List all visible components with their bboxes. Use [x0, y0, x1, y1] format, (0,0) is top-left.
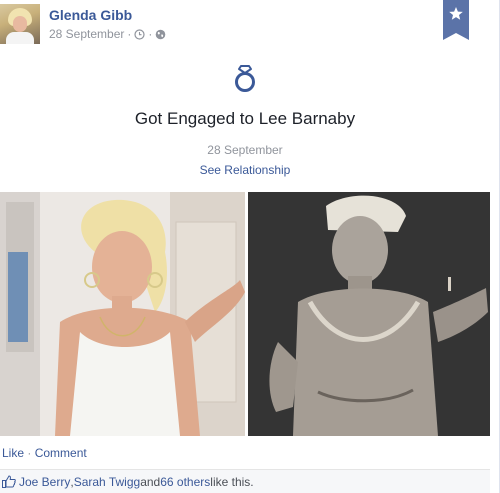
actions-separator: · [24, 446, 35, 460]
life-event: Got Engaged to Lee Barnaby 28 September … [0, 65, 490, 177]
photo-grid [0, 192, 490, 436]
post-meta: 28 September · · [49, 27, 166, 41]
likes-and: and [140, 474, 161, 489]
comment-link[interactable]: Comment [35, 446, 87, 460]
post-actions: Like · Comment [2, 446, 87, 460]
likes-others-link[interactable]: 66 others [160, 475, 210, 489]
liker-sarah-twigg[interactable]: Sarah Twigg [74, 475, 141, 489]
photo-man[interactable] [248, 192, 490, 436]
photo-woman[interactable] [0, 192, 245, 436]
avatar[interactable] [0, 4, 40, 44]
post-date[interactable]: 28 September [49, 27, 124, 41]
likes-summary: Joe Berry, Sarah Twigg and 66 others lik… [0, 469, 490, 493]
meta-separator-2: · [148, 27, 153, 41]
clock-icon [134, 28, 145, 40]
meta-separator: · [127, 27, 132, 41]
author-name[interactable]: Glenda Gibb [49, 7, 132, 23]
see-relationship-link[interactable]: See Relationship [0, 163, 490, 177]
liker-joe-berry[interactable]: Joe Berry [19, 475, 70, 489]
like-link[interactable]: Like [2, 446, 24, 460]
globe-icon[interactable] [155, 29, 166, 40]
thumbs-up-icon [2, 475, 16, 488]
event-title: Got Engaged to Lee Barnaby [134, 109, 356, 128]
story-card: Glenda Gibb 28 September · · Got Engaged… [0, 0, 500, 493]
star-bookmark-icon[interactable] [443, 0, 469, 40]
event-date: 28 September [207, 143, 283, 157]
likes-suffix: like this. [210, 474, 254, 489]
ring-icon [235, 65, 255, 92]
